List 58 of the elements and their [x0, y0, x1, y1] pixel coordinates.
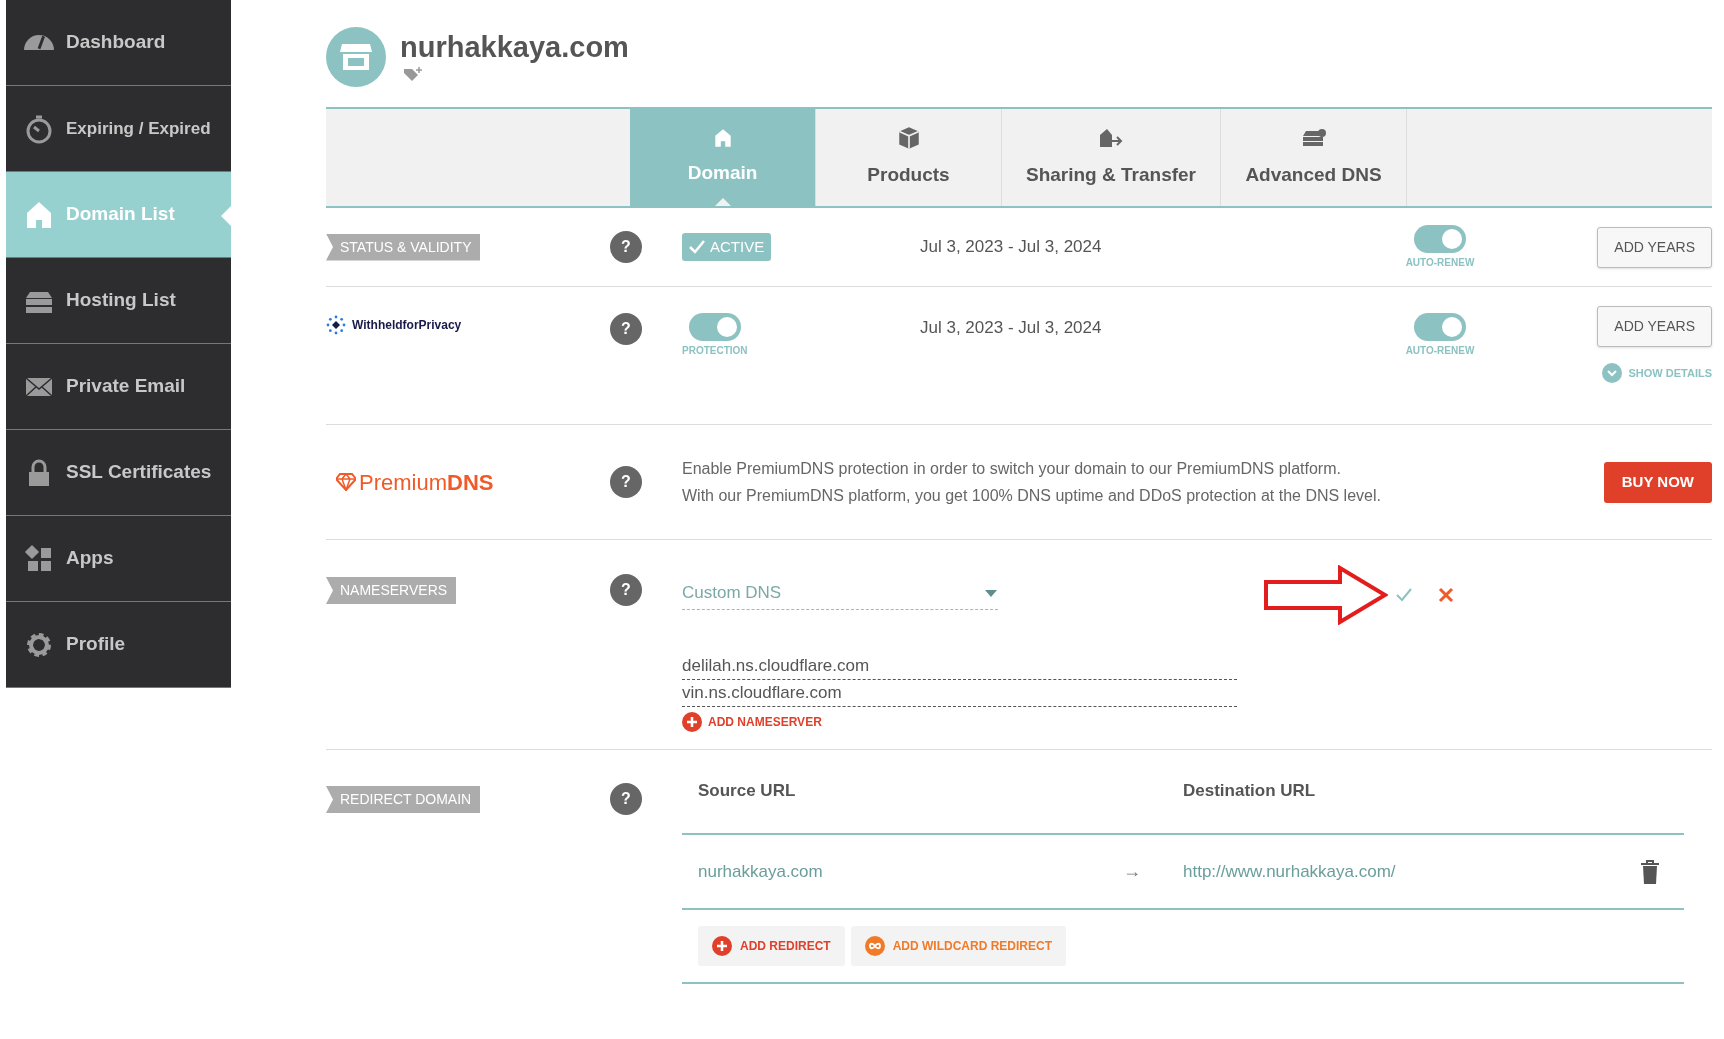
- stopwatch-icon: [24, 113, 54, 144]
- selection-pointer: [221, 206, 231, 226]
- sidebar-item[interactable]: Profile: [6, 602, 231, 688]
- add-years-button[interactable]: ADD YEARS: [1597, 306, 1712, 347]
- add-nameserver-link[interactable]: ADD NAMESERVER: [682, 712, 822, 732]
- tab[interactable]: Products: [816, 109, 1002, 206]
- help-button[interactable]: ?: [610, 231, 642, 263]
- plus-icon: [712, 936, 732, 956]
- sidebar-item[interactable]: Expiring / Expired: [6, 86, 231, 172]
- toggle-switch[interactable]: [1414, 313, 1466, 341]
- cancel-x-icon[interactable]: [1438, 587, 1454, 603]
- help-button[interactable]: ?: [610, 783, 642, 815]
- validity-dates: Jul 3, 2023 - Jul 3, 2024: [920, 236, 1103, 259]
- section-label: NAMESERVERS: [326, 577, 457, 604]
- section-label: REDIRECT DOMAIN: [326, 786, 481, 813]
- apps-grid-icon: [24, 543, 54, 574]
- help-button[interactable]: ?: [610, 313, 642, 345]
- help-button[interactable]: ?: [610, 466, 642, 498]
- speedometer-icon: [24, 35, 54, 50]
- store-avatar: [326, 27, 386, 87]
- sidebar-item[interactable]: Hosting List: [6, 258, 231, 344]
- destination-url: http://www.nurhakkaya.com/: [1183, 860, 1397, 883]
- toggle-switch[interactable]: [1414, 224, 1466, 253]
- sidebar-item[interactable]: Private Email: [6, 344, 231, 430]
- premium-dns-logo: PremiumDNS: [336, 465, 610, 499]
- sidebar-item[interactable]: Dashboard: [6, 0, 231, 86]
- column-header: Source URL: [698, 780, 797, 802]
- chevron-down-icon: [1602, 363, 1623, 383]
- tab[interactable]: Advanced DNS: [1221, 109, 1407, 206]
- section-label: STATUS & VALIDITY: [326, 233, 481, 261]
- sidebar-item[interactable]: Apps: [6, 516, 231, 602]
- tab[interactable]: Sharing & Transfer: [1002, 109, 1221, 206]
- tag-plus-icon[interactable]: [403, 67, 423, 83]
- toggle-label: PROTECTION: [682, 344, 748, 358]
- trash-icon[interactable]: [1640, 859, 1660, 884]
- redirect-arrow: →: [1123, 860, 1141, 883]
- confirm-check-icon[interactable]: [1396, 588, 1412, 602]
- active-badge: ACTIVE: [682, 232, 772, 262]
- plus-icon: [682, 712, 702, 732]
- house-icon: [24, 199, 54, 230]
- add-years-button[interactable]: ADD YEARS: [1597, 226, 1712, 268]
- infinity-icon: [864, 936, 885, 956]
- domain-title: nurhakkaya.com: [400, 30, 629, 65]
- toggle-label: AUTO-RENEW: [1405, 344, 1475, 358]
- validity-dates: Jul 3, 2023 - Jul 3, 2024: [920, 317, 1103, 339]
- source-url: nurhakkaya.com: [698, 860, 824, 883]
- sidebar-item[interactable]: SSL Certificates: [6, 430, 231, 516]
- help-button[interactable]: ?: [610, 574, 642, 606]
- premium-dns-description: Enable PremiumDNS protection in order to switch your domain to our PremiumDNS platform. With our PremiumDNS platform, you get 100% DNS uptime and DDoS protection at the DNS level.: [682, 459, 1381, 506]
- nameserver-field[interactable]: vin.ns.cloudflare.com: [682, 680, 1237, 707]
- buy-now-button[interactable]: BUY NOW: [1603, 461, 1712, 503]
- toggle-switch[interactable]: [688, 313, 741, 341]
- add-redirect-button[interactable]: ADD REDIRECT: [698, 926, 845, 966]
- nameserver-field[interactable]: delilah.ns.cloudflare.com: [682, 653, 1237, 680]
- privacy-logo: WithheldforPrivacy: [326, 315, 462, 335]
- column-header: Destination URL: [1183, 780, 1317, 802]
- caret-icon: [985, 589, 997, 597]
- toggle-label: AUTO-RENEW: [1405, 255, 1475, 270]
